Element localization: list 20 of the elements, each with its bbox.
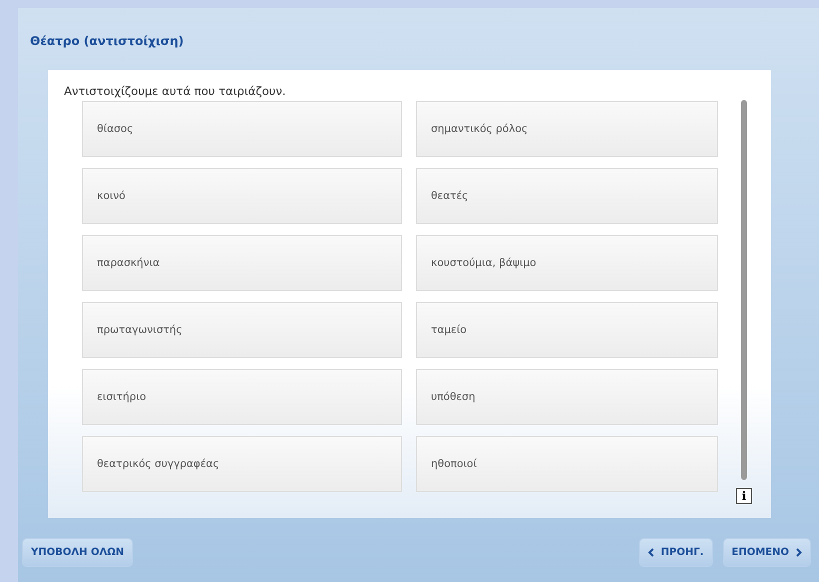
chevron-right-icon bbox=[796, 548, 802, 557]
right-match-tile[interactable]: υπόθεση bbox=[416, 369, 718, 425]
next-button[interactable]: ΕΠΟΜΕΝΟ bbox=[722, 538, 811, 567]
previous-button[interactable]: ΠΡΟΗΓ. bbox=[638, 538, 713, 567]
chevron-left-icon bbox=[648, 548, 654, 557]
right-match-tile[interactable]: σημαντικός ρόλος bbox=[416, 101, 718, 157]
right-match-tile[interactable]: κουστούμια, βάψιμο bbox=[416, 235, 718, 291]
left-match-tile[interactable]: παρασκήνια bbox=[82, 235, 402, 291]
left-match-tile[interactable]: θίασος bbox=[82, 101, 402, 157]
scrollbar[interactable] bbox=[741, 100, 747, 480]
submit-all-button[interactable]: ΥΠΟΒΟΛΗ ΟΛΩΝ bbox=[22, 538, 133, 567]
info-button[interactable]: i bbox=[736, 488, 752, 504]
right-match-tile[interactable]: θεατές bbox=[416, 168, 718, 224]
right-match-tile[interactable]: ταμείο bbox=[416, 302, 718, 358]
right-match-tile[interactable]: ηθοποιοί bbox=[416, 436, 718, 492]
left-match-tile[interactable]: πρωταγωνιστής bbox=[82, 302, 402, 358]
instruction-text: Αντιστοιχίζουμε αυτά που ταιριάζουν. bbox=[64, 84, 287, 98]
left-match-tile[interactable]: εισιτήριο bbox=[82, 369, 402, 425]
left-match-tile[interactable]: θεατρικός συγγραφέας bbox=[82, 436, 402, 492]
left-match-tile[interactable]: κοινό bbox=[82, 168, 402, 224]
